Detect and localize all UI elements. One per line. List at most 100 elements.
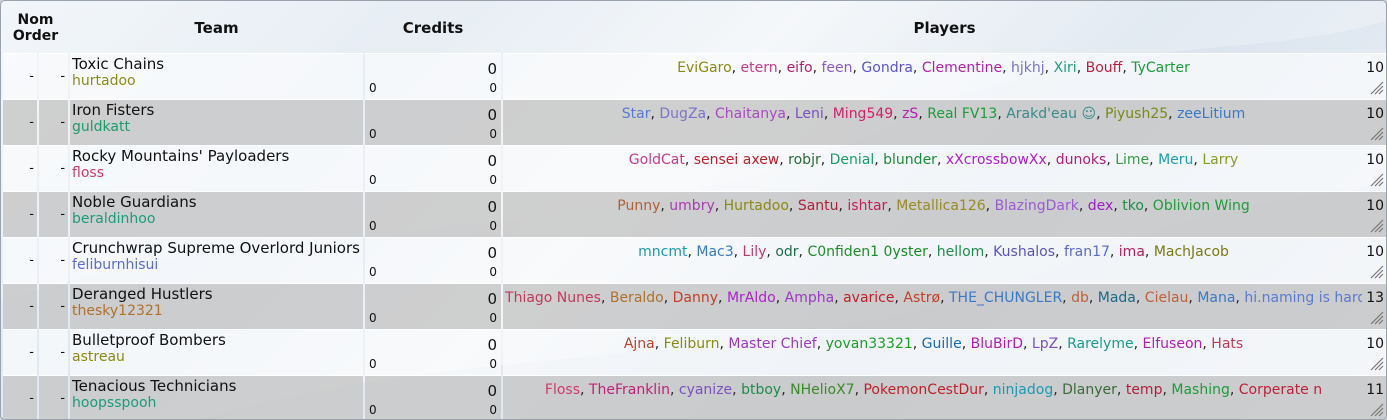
player-name[interactable]: zeeLitium: [1177, 106, 1245, 122]
team-name[interactable]: Bulletproof Bombers: [70, 331, 363, 349]
team-name[interactable]: Crunchwrap Supreme Overlord Juniors: [70, 239, 363, 257]
resize-grip-icon[interactable]: [1368, 79, 1384, 95]
player-name[interactable]: Mada: [1098, 290, 1136, 306]
resize-grip-icon[interactable]: [1368, 171, 1384, 187]
player-name[interactable]: Lime: [1115, 152, 1149, 168]
team-captain[interactable]: hoopsspooh: [70, 395, 363, 412]
player-name[interactable]: Arakd'eau ☺: [1006, 106, 1096, 122]
player-name[interactable]: NHelioX7: [790, 382, 854, 398]
player-name[interactable]: Ampha: [785, 290, 835, 306]
resize-grip-icon[interactable]: [1368, 125, 1384, 141]
team-captain[interactable]: floss: [70, 165, 363, 182]
player-name[interactable]: Thiago Nunes: [505, 290, 601, 306]
player-name[interactable]: Metallica126: [896, 198, 985, 214]
player-name[interactable]: ima: [1119, 244, 1145, 260]
player-name[interactable]: umbry: [669, 198, 714, 214]
player-name[interactable]: Dlanyer: [1062, 382, 1117, 398]
team-row[interactable]: - - Iron Fisters guldkatt 0 0 0 Star, Du…: [3, 99, 1386, 145]
player-name[interactable]: zS: [902, 106, 918, 122]
player-name[interactable]: Rarelyme: [1067, 336, 1134, 352]
player-name[interactable]: DugZa: [659, 106, 706, 122]
team-captain[interactable]: hurtadoo: [70, 73, 363, 90]
team-name[interactable]: Iron Fisters: [70, 101, 363, 119]
player-name[interactable]: Floss: [545, 382, 580, 398]
player-name[interactable]: mncmt: [638, 244, 687, 260]
player-name[interactable]: PokemonCestDur: [863, 382, 983, 398]
player-name[interactable]: Leni: [795, 106, 824, 122]
player-name[interactable]: Hurtadoo: [724, 198, 789, 214]
player-name[interactable]: Oblivion Wing: [1153, 198, 1250, 214]
player-name[interactable]: BlazingDark: [995, 198, 1079, 214]
player-name[interactable]: eifo: [787, 60, 813, 76]
player-name[interactable]: Mana: [1197, 290, 1235, 306]
team-name[interactable]: Noble Guardians: [70, 193, 363, 211]
team-name[interactable]: Rocky Mountains' Payloaders: [70, 147, 363, 165]
player-name[interactable]: db: [1071, 290, 1089, 306]
player-name[interactable]: temp: [1126, 382, 1163, 398]
player-name[interactable]: btboy: [741, 382, 781, 398]
player-name[interactable]: Clementine: [922, 60, 1002, 76]
team-row[interactable]: - - Toxic Chains hurtadoo 0 0 0 EviGaro,…: [3, 53, 1386, 99]
player-name[interactable]: robjr: [788, 152, 821, 168]
player-name[interactable]: EviGaro: [677, 60, 731, 76]
resize-grip-icon[interactable]: [1368, 401, 1384, 417]
player-name[interactable]: Mac3: [696, 244, 733, 260]
player-name[interactable]: dunoks: [1056, 152, 1107, 168]
player-name[interactable]: odr: [775, 244, 798, 260]
team-captain[interactable]: beraldinhoo: [70, 211, 363, 228]
player-name[interactable]: Xiri: [1054, 60, 1077, 76]
player-name[interactable]: Elfuseon: [1143, 336, 1203, 352]
player-name[interactable]: tko: [1122, 198, 1144, 214]
team-row[interactable]: - - Noble Guardians beraldinhoo 0 0 0 Pu…: [3, 191, 1386, 237]
player-name[interactable]: Ming549: [833, 106, 893, 122]
team-name[interactable]: Tenacious Technicians: [70, 377, 363, 395]
player-name[interactable]: Hats: [1211, 336, 1243, 352]
player-name[interactable]: Cielau: [1145, 290, 1189, 306]
team-row[interactable]: - - Crunchwrap Supreme Overlord Juniors …: [3, 237, 1386, 283]
players-header[interactable]: Players: [503, 3, 1386, 53]
player-name[interactable]: Bouff: [1086, 60, 1123, 76]
player-name[interactable]: Feliburn: [664, 336, 720, 352]
team-captain[interactable]: guldkatt: [70, 119, 363, 136]
player-name[interactable]: Kushalos: [993, 244, 1055, 260]
player-name[interactable]: Piyush25: [1105, 106, 1168, 122]
team-row[interactable]: - - Rocky Mountains' Payloaders floss 0 …: [3, 145, 1386, 191]
nom-order-header[interactable]: Nom Order: [3, 3, 68, 53]
player-name[interactable]: Denial: [830, 152, 875, 168]
player-name[interactable]: MachJacob: [1154, 244, 1229, 260]
player-name[interactable]: yovan33321: [826, 336, 913, 352]
player-name[interactable]: Danny: [673, 290, 718, 306]
team-captain[interactable]: thesky12321: [70, 303, 363, 320]
player-name[interactable]: Guille: [922, 336, 962, 352]
player-name[interactable]: Astrø: [903, 290, 940, 306]
player-name[interactable]: feen: [821, 60, 852, 76]
player-name[interactable]: C0nfiden1 0yster: [807, 244, 927, 260]
player-name[interactable]: hjkhj: [1011, 60, 1045, 76]
player-name[interactable]: Meru: [1158, 152, 1193, 168]
player-name[interactable]: Star: [622, 106, 651, 122]
player-name[interactable]: BluBirD: [971, 336, 1023, 352]
player-name[interactable]: Santu: [798, 198, 839, 214]
resize-grip-icon[interactable]: [1368, 355, 1384, 371]
team-name[interactable]: Deranged Hustlers: [70, 285, 363, 303]
player-name[interactable]: Real FV13: [927, 106, 997, 122]
resize-grip-icon[interactable]: [1368, 217, 1384, 233]
player-name[interactable]: Chaitanya: [715, 106, 786, 122]
player-name[interactable]: Mashing: [1171, 382, 1229, 398]
player-name[interactable]: hi.naming is hard: [1244, 290, 1362, 306]
team-row[interactable]: - - Bulletproof Bombers astreau 0 0 0 Aj…: [3, 329, 1386, 375]
player-name[interactable]: Punny: [617, 198, 660, 214]
player-name[interactable]: GoldCat: [629, 152, 685, 168]
resize-grip-icon[interactable]: [1368, 309, 1384, 325]
player-name[interactable]: sensei axew: [694, 152, 780, 168]
player-name[interactable]: TheFranklin: [589, 382, 670, 398]
player-name[interactable]: THE_CHUNGLER: [949, 290, 1062, 306]
player-name[interactable]: LpZ: [1032, 336, 1058, 352]
player-name[interactable]: MrAldo: [727, 290, 776, 306]
player-name[interactable]: etern: [741, 60, 778, 76]
player-name[interactable]: TyCarter: [1131, 60, 1190, 76]
player-name[interactable]: Gondra: [861, 60, 913, 76]
player-name[interactable]: Lily: [743, 244, 767, 260]
player-name[interactable]: ishtar: [847, 198, 887, 214]
team-row[interactable]: - - Deranged Hustlers thesky12321 0 0 0 …: [3, 283, 1386, 329]
